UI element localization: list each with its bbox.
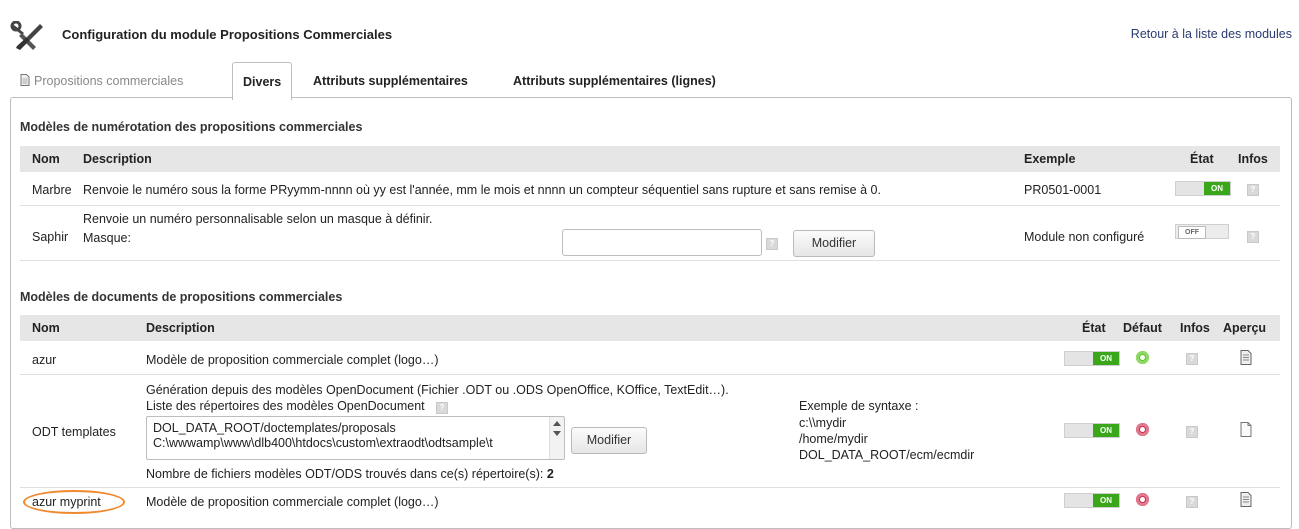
default-active-icon: [1136, 351, 1149, 364]
tab-divers[interactable]: Divers: [232, 62, 293, 100]
found-files-count: 2: [546, 467, 554, 481]
col-description: Description: [83, 152, 152, 166]
state-toggle-on[interactable]: ON: [1064, 351, 1120, 366]
tab-attributs-supplementaires[interactable]: Attributs supplémentaires: [303, 62, 478, 98]
col-infos: Infos: [1180, 321, 1210, 335]
tools-icon: [10, 21, 43, 50]
tab-label: Attributs supplémentaires: [313, 74, 468, 88]
model-name: azur: [32, 353, 57, 367]
tab-bar: Propositions commerciales Divers Attribu…: [10, 62, 1290, 100]
info-icon[interactable]: ?: [1186, 496, 1198, 508]
tab-label: Attributs supplémentaires (lignes): [513, 74, 716, 88]
model-example: Module non configuré: [1024, 230, 1145, 244]
blank-document-icon[interactable]: [1240, 422, 1252, 437]
tab-label: Divers: [243, 75, 282, 89]
syntax-line: DOL_DATA_ROOT/ecm/ecmdir: [799, 448, 975, 462]
back-to-modules-link[interactable]: Retour à la liste des modules: [1131, 27, 1292, 41]
info-icon[interactable]: ?: [1247, 184, 1259, 196]
col-exemple: Exemple: [1024, 152, 1076, 166]
model-name: Saphir: [32, 230, 69, 244]
table-row: Marbre Renvoie le numéro sous la forme P…: [20, 172, 1280, 206]
col-defaut: Défaut: [1123, 321, 1162, 335]
mask-input[interactable]: [562, 229, 762, 256]
model-description: Modèle de proposition commerciale comple…: [146, 353, 439, 367]
col-infos: Infos: [1238, 152, 1268, 166]
numbering-table-header: Nom Description Exemple État Infos: [20, 146, 1280, 172]
default-inactive-icon[interactable]: [1136, 423, 1149, 436]
numbering-section-title: Modèles de numérotation des propositions…: [20, 120, 363, 134]
state-toggle-off[interactable]: OFF: [1175, 224, 1229, 239]
document-icon: [20, 74, 30, 86]
syntax-line: /home/mydir: [799, 432, 868, 446]
col-description: Description: [146, 321, 215, 335]
col-etat: État: [1190, 152, 1214, 166]
table-row: ODT templates Génération depuis des modè…: [20, 375, 1280, 488]
page-header: Configuration du module Propositions Com…: [0, 18, 1299, 52]
state-toggle-on[interactable]: ON: [1175, 181, 1231, 196]
documents-section-title: Modèles de documents de propositions com…: [20, 290, 343, 304]
directories-modify-button[interactable]: Modifier: [571, 427, 647, 454]
model-description: Renvoie un numéro personnalisable selon …: [83, 212, 433, 226]
model-name: Marbre: [32, 183, 72, 197]
textarea-line: DOL_DATA_ROOT/doctemplates/proposals: [153, 421, 396, 435]
state-toggle-on[interactable]: ON: [1064, 423, 1120, 438]
syntax-title: Exemple de syntaxe :: [799, 399, 919, 413]
tab-propositions-commerciales[interactable]: Propositions commerciales: [10, 62, 193, 98]
cut-off-top-text: [0, 0, 1299, 16]
tab-label: Propositions commerciales: [34, 74, 184, 88]
help-icon[interactable]: ?: [436, 402, 448, 414]
directories-textarea[interactable]: DOL_DATA_ROOT/doctemplates/proposals C:\…: [146, 416, 565, 460]
page-title: Configuration du module Propositions Com…: [62, 27, 393, 42]
syntax-line: c:\\mydir: [799, 416, 847, 430]
mask-modify-button[interactable]: Modifier: [793, 230, 875, 257]
textarea-scrollbar[interactable]: [549, 417, 564, 459]
table-row: azur Modèle de proposition commerciale c…: [20, 341, 1280, 375]
found-files-text: Nombre de fichiers modèles ODT/ODS trouv…: [146, 467, 554, 481]
col-etat: État: [1082, 321, 1106, 335]
model-description: Renvoie le numéro sous la forme PRyymm-n…: [83, 183, 881, 197]
help-icon[interactable]: ?: [766, 238, 778, 250]
preview-icon[interactable]: [1240, 350, 1252, 365]
table-row: Saphir Renvoie un numéro personnalisable…: [20, 206, 1280, 261]
info-icon[interactable]: ?: [1247, 231, 1259, 243]
table-row: azur myprint Modèle de proposition comme…: [20, 488, 1280, 512]
state-toggle-on[interactable]: ON: [1064, 493, 1120, 508]
info-icon[interactable]: ?: [1186, 426, 1198, 438]
preview-icon[interactable]: [1240, 492, 1252, 507]
col-apercu: Aperçu: [1223, 321, 1267, 335]
col-nom: Nom: [32, 152, 60, 166]
model-description: Modèle de proposition commerciale comple…: [146, 495, 439, 509]
model-example: PR0501-0001: [1024, 183, 1102, 197]
directories-label: Liste des répertoires des modèles OpenDo…: [146, 399, 425, 413]
mask-label: Masque:: [83, 231, 131, 245]
highlight-ellipse: [23, 490, 125, 514]
model-description: Génération depuis des modèles OpenDocume…: [146, 383, 729, 397]
col-nom: Nom: [32, 321, 60, 335]
textarea-line: C:\wwwamp\www\dlb400\htdocs\custom\extra…: [153, 436, 493, 450]
info-icon[interactable]: ?: [1186, 353, 1198, 365]
documents-table-header: Nom Description État Défaut Infos Aperçu: [20, 315, 1280, 341]
model-name: ODT templates: [32, 425, 116, 439]
default-inactive-icon[interactable]: [1136, 493, 1149, 506]
tab-attributs-supplementaires-lignes[interactable]: Attributs supplémentaires (lignes): [503, 62, 726, 98]
